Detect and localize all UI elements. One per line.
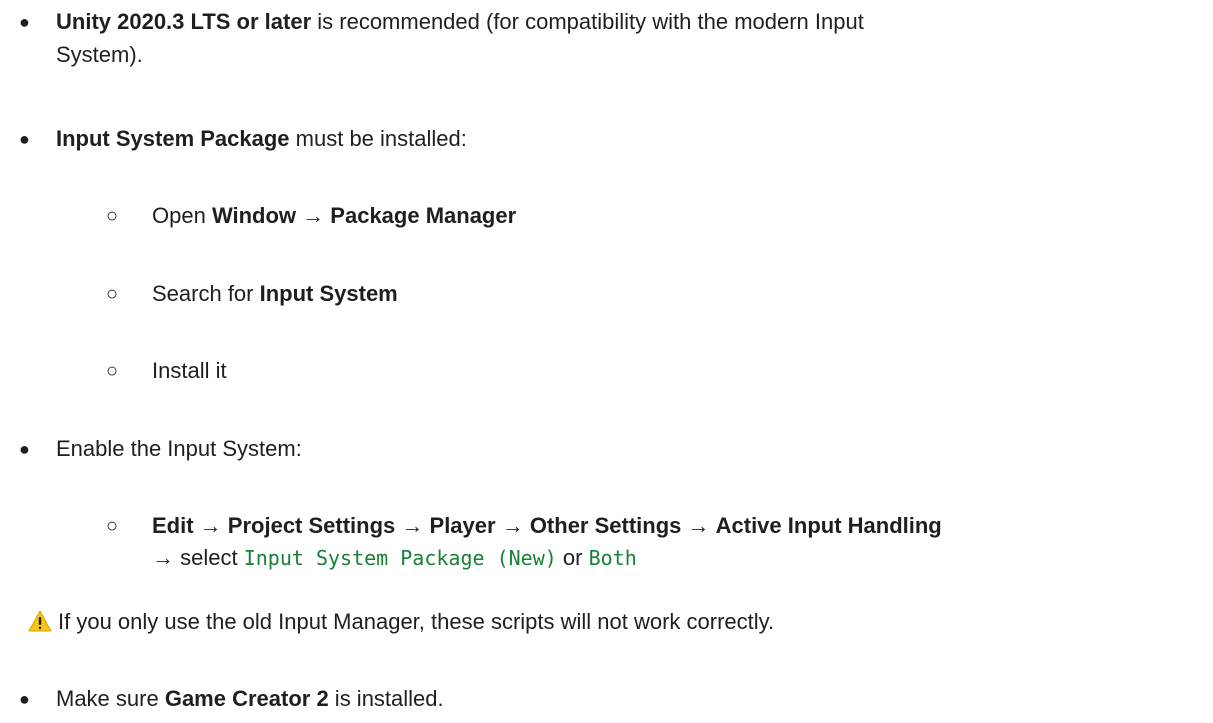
game-creator-suffix: is installed. xyxy=(328,686,444,711)
arrow: → xyxy=(395,513,430,538)
or-text: or xyxy=(556,545,589,570)
arrow: → xyxy=(193,513,228,538)
game-creator-line: Make sure Game Creator 2 is installed. xyxy=(56,686,444,712)
other-settings-label: Other Settings xyxy=(529,513,682,538)
game-creator-prefix: Make sure xyxy=(56,686,165,711)
window-menu-label: Window xyxy=(211,203,297,228)
active-input-handling-label: Active Input Handling xyxy=(715,513,942,538)
bullet-icon: ● xyxy=(19,12,30,32)
input-system-label: Input System xyxy=(259,281,398,306)
arrow: → xyxy=(495,513,530,538)
bullet-icon: ● xyxy=(19,439,30,459)
open-package-manager-line: Open Window → Package Manager xyxy=(152,203,516,229)
input-package-line: Input System Package must be installed: xyxy=(56,126,467,152)
search-prefix: Search for xyxy=(152,281,260,306)
unity-version-bold: Unity 2020.3 LTS or later xyxy=(56,9,312,34)
open-prefix: Open xyxy=(152,203,212,228)
hollow-bullet-icon: ○ xyxy=(106,360,119,382)
edit-menu-label: Edit xyxy=(152,513,194,538)
settings-path-line: Edit → Project Settings → Player → Other… xyxy=(152,513,942,539)
package-manager-label: Package Manager xyxy=(330,203,517,228)
select-option-line: → select Input System Package (New) or B… xyxy=(152,545,637,571)
bullet-icon: ● xyxy=(19,689,30,709)
bullet-icon: ● xyxy=(19,129,30,149)
hollow-bullet-icon: ○ xyxy=(106,283,119,305)
code-both: Both xyxy=(588,546,637,570)
warning-line: If you only use the old Input Manager, t… xyxy=(28,609,774,635)
arrow: → xyxy=(296,203,331,228)
install-line: Install it xyxy=(152,358,227,383)
input-package-bold: Input System Package xyxy=(56,126,290,151)
unity-version-line2: System). xyxy=(56,42,143,67)
warning-icon xyxy=(28,610,52,632)
unity-version-line1: Unity 2020.3 LTS or later is recommended… xyxy=(56,9,864,35)
hollow-bullet-icon: ○ xyxy=(106,205,119,227)
project-settings-label: Project Settings xyxy=(227,513,396,538)
input-package-rest: must be installed: xyxy=(289,126,467,151)
warning-text: If you only use the old Input Manager, t… xyxy=(58,609,775,634)
select-prefix: → select xyxy=(152,545,244,570)
hollow-bullet-icon: ○ xyxy=(106,515,119,537)
search-input-system-line: Search for Input System xyxy=(152,281,398,307)
unity-version-rest: is recommended (for compatibility with t… xyxy=(311,9,864,34)
code-input-system-package-new: Input System Package (New) xyxy=(243,546,557,570)
player-label: Player xyxy=(429,513,496,538)
arrow: → xyxy=(681,513,716,538)
enable-input-system-text: Enable the Input System: xyxy=(56,436,302,461)
game-creator-bold: Game Creator 2 xyxy=(164,686,329,711)
